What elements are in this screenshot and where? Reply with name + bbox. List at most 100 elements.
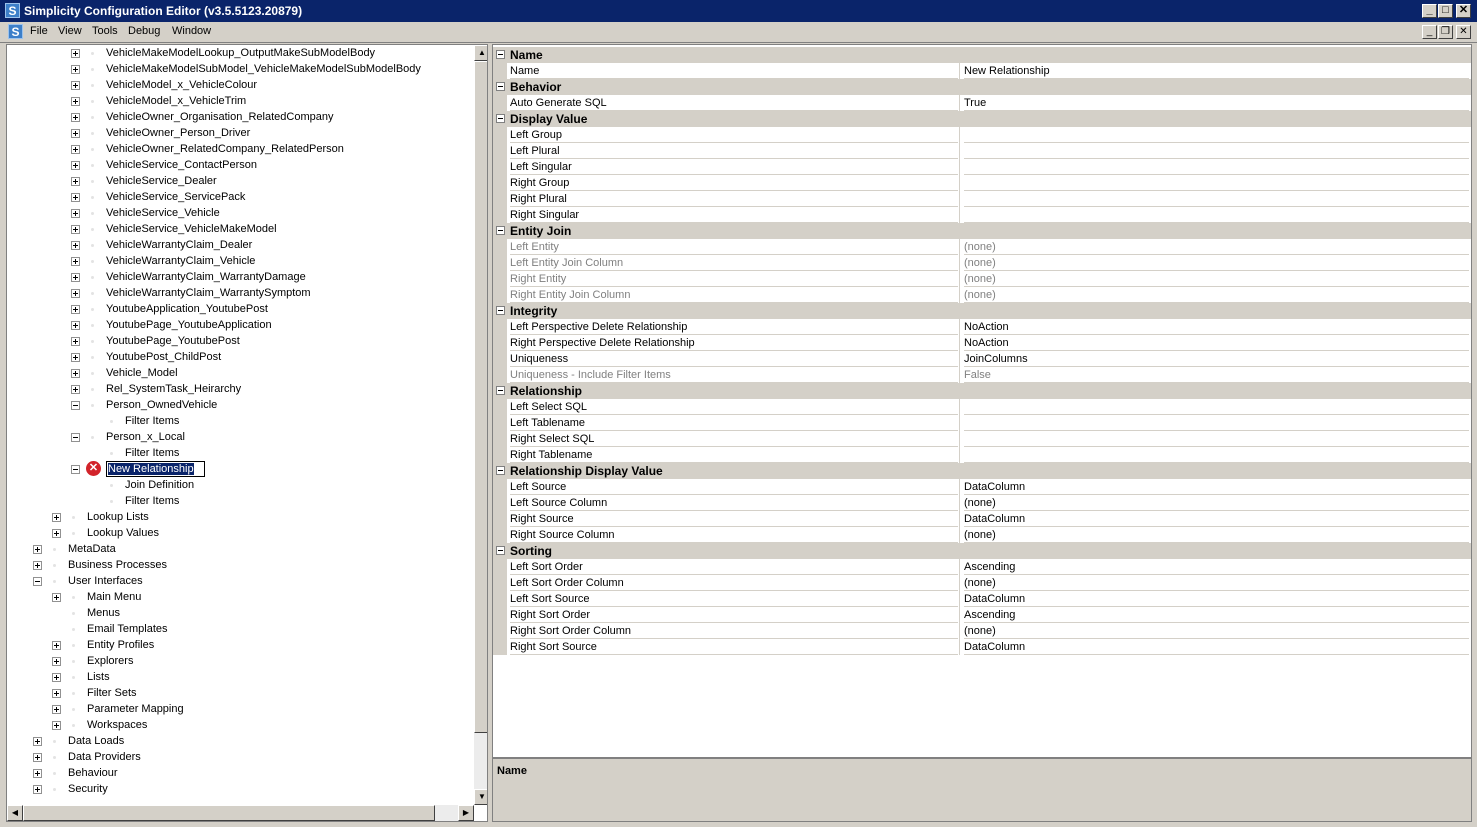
property-name[interactable]: Left Entity: [510, 239, 958, 255]
tree-node[interactable]: VehicleModel_x_VehicleColour: [7, 77, 472, 93]
expand-icon[interactable]: [52, 689, 61, 698]
app-logo-icon[interactable]: S: [5, 3, 20, 18]
property-value[interactable]: True: [964, 95, 1469, 111]
property-row[interactable]: Right Plural: [493, 191, 1471, 207]
property-value[interactable]: [964, 415, 1469, 431]
property-row[interactable]: Right Perspective Delete Relationship NoA…: [493, 335, 1471, 351]
property-name[interactable]: Right Source: [510, 511, 958, 527]
tree-horizontal-scrollbar[interactable]: ◀ ▶: [7, 805, 474, 821]
property-row[interactable]: Left Singular: [493, 159, 1471, 175]
property-name[interactable]: Left Sort Source: [510, 591, 958, 607]
tree-vertical-scrollbar[interactable]: ▲ ▼: [474, 45, 487, 805]
property-row[interactable]: Right Tablename: [493, 447, 1471, 463]
property-name[interactable]: Right Singular: [510, 207, 958, 223]
property-name[interactable]: Auto Generate SQL: [510, 95, 958, 111]
collapse-icon[interactable]: [496, 386, 505, 395]
expand-icon[interactable]: [71, 369, 80, 378]
tree-node[interactable]: YoutubePost_ChildPost: [7, 349, 472, 365]
property-name[interactable]: Right Entity Join Column: [510, 287, 958, 303]
column-divider[interactable]: [959, 63, 960, 79]
tree-node[interactable]: MetaData: [7, 541, 472, 557]
collapse-icon[interactable]: [496, 226, 505, 235]
expand-icon[interactable]: [71, 193, 80, 202]
tree-node[interactable]: VehicleService_Vehicle: [7, 205, 472, 221]
column-divider[interactable]: [959, 367, 960, 383]
tree-node[interactable]: VehicleWarrantyClaim_WarrantyDamage: [7, 269, 472, 285]
column-divider[interactable]: [959, 399, 960, 415]
document-icon[interactable]: S: [8, 24, 23, 39]
tree-node[interactable]: Lookup Values: [7, 525, 472, 541]
tree-node[interactable]: VehicleOwner_Organisation_RelatedCompany: [7, 109, 472, 125]
property-value[interactable]: JoinColumns: [964, 351, 1469, 367]
tree-node[interactable]: Filter Items: [7, 445, 472, 461]
expand-icon[interactable]: [71, 113, 80, 122]
tree-node[interactable]: Lookup Lists: [7, 509, 472, 525]
mdi-minimize-icon[interactable]: _: [1422, 25, 1437, 39]
expand-icon[interactable]: [52, 529, 61, 538]
property-value[interactable]: DataColumn: [964, 639, 1469, 655]
collapse-icon[interactable]: [496, 114, 505, 123]
expand-icon[interactable]: [71, 305, 80, 314]
property-name[interactable]: Right Entity: [510, 271, 958, 287]
collapse-icon[interactable]: [496, 546, 505, 555]
menu-file[interactable]: File: [30, 25, 48, 37]
property-row[interactable]: Right Source DataColumn: [493, 511, 1471, 527]
column-divider[interactable]: [959, 351, 960, 367]
expand-icon[interactable]: [71, 225, 80, 234]
property-row[interactable]: Right Entity (none): [493, 271, 1471, 287]
collapse-icon[interactable]: [33, 577, 42, 586]
column-divider[interactable]: [959, 95, 960, 111]
expand-icon[interactable]: [71, 321, 80, 330]
property-value[interactable]: NoAction: [964, 319, 1469, 335]
property-value[interactable]: [964, 127, 1469, 143]
property-value[interactable]: [964, 207, 1469, 223]
expand-icon[interactable]: [33, 737, 42, 746]
property-name[interactable]: Right Tablename: [510, 447, 958, 463]
property-category[interactable]: Display Value: [493, 111, 1471, 127]
property-row[interactable]: Left Entity Join Column (none): [493, 255, 1471, 271]
tree-node[interactable]: VehicleOwner_RelatedCompany_RelatedPerso…: [7, 141, 472, 157]
expand-icon[interactable]: [71, 81, 80, 90]
tree-node[interactable]: Business Processes: [7, 557, 472, 573]
column-divider[interactable]: [959, 431, 960, 447]
column-divider[interactable]: [959, 559, 960, 575]
property-category[interactable]: Sorting: [493, 543, 1471, 559]
expand-icon[interactable]: [71, 337, 80, 346]
property-row[interactable]: Left Sort Order Ascending: [493, 559, 1471, 575]
property-category[interactable]: Integrity: [493, 303, 1471, 319]
expand-icon[interactable]: [71, 257, 80, 266]
expand-icon[interactable]: [33, 753, 42, 762]
property-value[interactable]: (none): [964, 527, 1469, 543]
mdi-close-icon[interactable]: ✕: [1456, 25, 1471, 39]
expand-icon[interactable]: [71, 385, 80, 394]
tree-node[interactable]: Main Menu: [7, 589, 472, 605]
menu-view[interactable]: View: [58, 25, 82, 37]
tree-node[interactable]: Security: [7, 781, 472, 797]
column-divider[interactable]: [959, 191, 960, 207]
property-name[interactable]: Right Perspective Delete Relationship: [510, 335, 958, 351]
property-value[interactable]: [964, 399, 1469, 415]
scroll-right-icon[interactable]: ▶: [458, 805, 474, 821]
column-divider[interactable]: [959, 207, 960, 223]
property-grid[interactable]: Name Name New Relationship Behavior Auto Gen…: [493, 45, 1471, 755]
expand-icon[interactable]: [71, 161, 80, 170]
expand-icon[interactable]: [71, 129, 80, 138]
expand-icon[interactable]: [71, 209, 80, 218]
expand-icon[interactable]: [52, 673, 61, 682]
property-row[interactable]: Left Sort Order Column (none): [493, 575, 1471, 591]
tree-node[interactable]: Rel_SystemTask_Heirarchy: [7, 381, 472, 397]
property-row[interactable]: Right Group: [493, 175, 1471, 191]
property-value[interactable]: [964, 159, 1469, 175]
property-row[interactable]: Name New Relationship: [493, 63, 1471, 79]
property-row[interactable]: Right Sort Order Column (none): [493, 623, 1471, 639]
tree-node[interactable]: VehicleService_ServicePack: [7, 189, 472, 205]
column-divider[interactable]: [959, 623, 960, 639]
property-name[interactable]: Left Entity Join Column: [510, 255, 958, 271]
column-divider[interactable]: [959, 639, 960, 655]
tree-node[interactable]: VehicleService_Dealer: [7, 173, 472, 189]
property-row[interactable]: Right Singular: [493, 207, 1471, 223]
property-name[interactable]: Uniqueness - Include Filter Items: [510, 367, 958, 383]
tree-node[interactable]: Menus: [7, 605, 472, 621]
column-divider[interactable]: [959, 255, 960, 271]
expand-icon[interactable]: [52, 705, 61, 714]
